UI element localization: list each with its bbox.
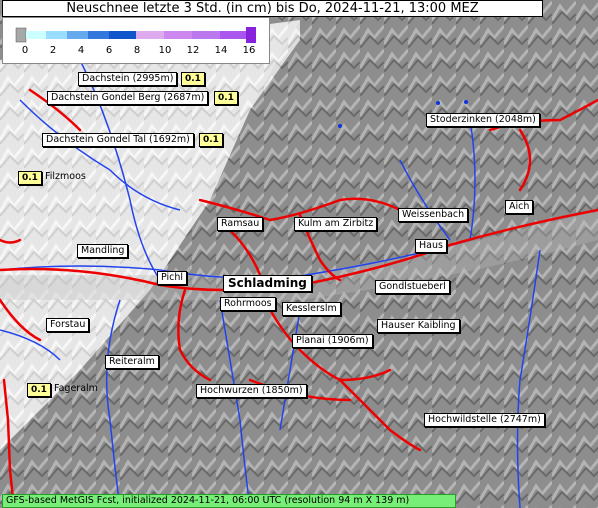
legend-tick: 2 <box>49 45 57 56</box>
place-label-hauser-kaibling[interactable]: Hauser Kaibling <box>377 319 460 333</box>
place-label-dachstein-gondel-tal[interactable]: Dachstein Gondel Tal (1692m) <box>42 133 194 147</box>
snow-value-dachstein-gondel-berg: 0.1 <box>214 91 238 105</box>
place-label-filzmoos[interactable]: Filzmoos <box>42 171 89 183</box>
map-title: Neuschnee letzte 3 Std. (in cm) bis Do, … <box>2 0 543 17</box>
legend-tick: 16 <box>242 45 256 56</box>
place-label-kesslerslm[interactable]: Kesslerslm <box>282 302 341 316</box>
place-label-kulm[interactable]: Kulm am Zirbitz <box>294 217 378 231</box>
legend-scale <box>15 27 256 43</box>
snow-value-fageralm: 0.1 <box>27 383 51 397</box>
place-label-haus[interactable]: Haus <box>415 239 447 253</box>
place-label-rohrmoos[interactable]: Rohrmoos <box>220 297 276 311</box>
snow-value-dachstein-gondel-tal: 0.1 <box>199 133 223 147</box>
place-label-planai[interactable]: Planai (1906m) <box>292 334 373 348</box>
place-label-pichl[interactable]: Pichl <box>157 271 188 285</box>
place-label-dachstein[interactable]: Dachstein (2995m) <box>78 72 178 86</box>
place-label-reiteralm[interactable]: Reiteralm <box>105 355 159 369</box>
place-label-hochwildstelle[interactable]: Hochwildstelle (2747m) <box>424 413 545 427</box>
legend-tick: 10 <box>158 45 172 56</box>
place-label-dachstein-gondel-berg[interactable]: Dachstein Gondel Berg (2687m) <box>47 91 209 105</box>
legend-tick: 14 <box>214 45 228 56</box>
snow-value-filzmoos: 0.1 <box>18 171 42 185</box>
place-label-aich[interactable]: Aich <box>505 200 534 214</box>
place-label-stoderzinken[interactable]: Stoderzinken (2048m) <box>426 113 540 127</box>
place-label-schladming[interactable]: Schladming <box>223 275 312 292</box>
place-label-forstau[interactable]: Forstau <box>46 318 90 332</box>
legend-tick: 6 <box>105 45 113 56</box>
forecast-footer: GFS-based MetGIS Fcst, initialized 2024-… <box>2 494 456 508</box>
legend-tick: 8 <box>133 45 141 56</box>
snow-value-dachstein: 0.1 <box>181 72 205 86</box>
snow-legend: 0 2 4 6 8 10 12 14 16 <box>2 17 270 64</box>
place-label-gondlstueberl[interactable]: Gondlstueberl <box>375 280 450 294</box>
place-label-hochwurzen[interactable]: Hochwurzen (1850m) <box>196 384 307 398</box>
legend-tick: 4 <box>77 45 85 56</box>
place-label-weissenbach[interactable]: Weissenbach <box>398 208 469 222</box>
legend-tick: 12 <box>186 45 200 56</box>
place-label-mandling[interactable]: Mandling <box>77 244 129 258</box>
place-label-fageralm[interactable]: Fageralm <box>51 383 101 395</box>
legend-tick: 0 <box>21 45 29 56</box>
place-label-ramsau[interactable]: Ramsau <box>217 217 264 231</box>
